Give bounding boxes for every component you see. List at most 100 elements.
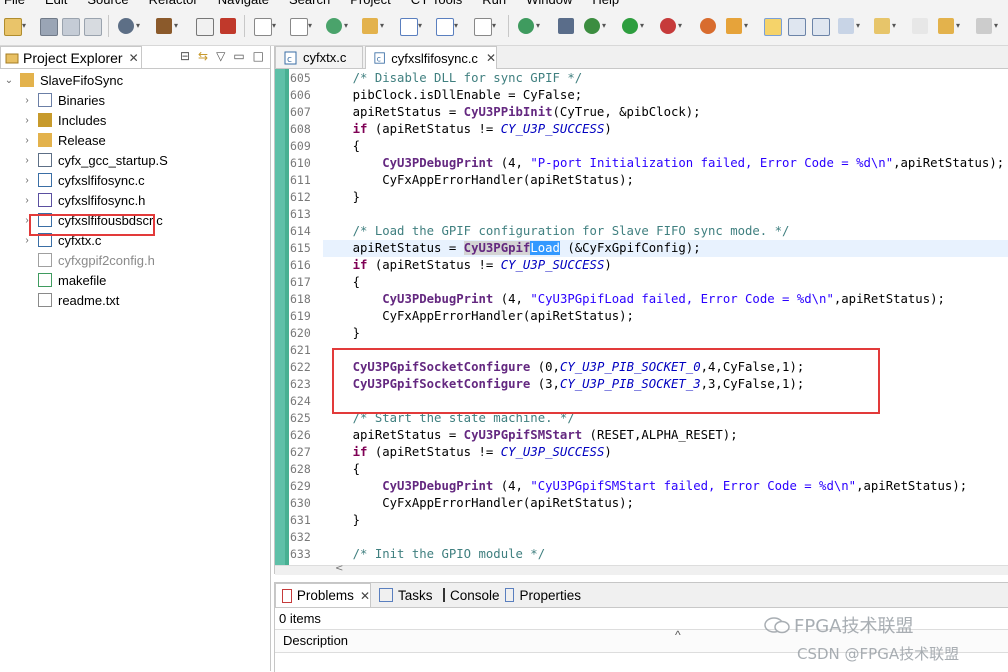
tab-properties[interactable]: Properties	[499, 583, 581, 607]
menu-item-file[interactable]: File	[4, 0, 25, 7]
save-all-icon[interactable]	[62, 18, 80, 36]
chevron-down-icon[interactable]: ▾	[418, 21, 422, 30]
tree-item-item-2[interactable]: › Release	[22, 130, 105, 150]
chevron-down-icon[interactable]: ▾	[22, 21, 26, 30]
back-icon[interactable]	[938, 18, 954, 34]
highlight-icon[interactable]	[764, 18, 782, 36]
folder-icon[interactable]	[362, 18, 378, 34]
save-icon[interactable]	[40, 18, 58, 36]
chevron-down-icon[interactable]: ▾	[602, 21, 606, 30]
editor-tab-0[interactable]: c cyfxtx.c	[275, 46, 363, 68]
chevron-down-icon[interactable]: ▾	[536, 21, 540, 30]
blocks-icon[interactable]	[220, 18, 236, 34]
print-icon[interactable]	[84, 18, 102, 36]
collapse-all-icon[interactable]: ⊟	[180, 49, 190, 63]
palette-icon[interactable]	[700, 18, 716, 34]
pen-icon[interactable]	[726, 18, 742, 34]
view-menu-icon[interactable]: ▽	[216, 49, 225, 63]
settings-icon[interactable]	[118, 18, 134, 34]
editor-tab-1[interactable]: c cyfxslfifosync.c ✕	[365, 46, 497, 69]
binary-icon[interactable]	[196, 18, 214, 36]
chevron-down-icon[interactable]: ▾	[640, 21, 644, 30]
expand-chevron-icon[interactable]: ›	[22, 235, 32, 246]
expand-chevron-icon[interactable]: ›	[22, 115, 32, 126]
tree-item-item-4[interactable]: › cyfxslfifosync.c	[22, 170, 144, 190]
block-icon[interactable]	[788, 18, 806, 36]
txt-file-icon	[38, 293, 52, 307]
chevron-down-icon[interactable]: ▾	[454, 21, 458, 30]
expand-chevron-icon[interactable]: ›	[22, 155, 32, 166]
chevron-down-icon[interactable]: ▾	[136, 21, 140, 30]
chevron-down-icon[interactable]: ▾	[994, 21, 998, 30]
minimize-icon[interactable]: ▭	[233, 49, 244, 63]
refresh-icon[interactable]	[518, 18, 534, 34]
menu-item-source[interactable]: Source	[87, 0, 128, 7]
chevron-down-icon[interactable]: ▾	[492, 21, 496, 30]
menu-item-help[interactable]: Help	[592, 0, 619, 7]
new-class-icon[interactable]	[326, 18, 342, 34]
console-icon	[443, 588, 445, 602]
chevron-down-icon[interactable]: ▾	[380, 21, 384, 30]
expand-chevron-icon[interactable]: ›	[22, 195, 32, 206]
debug-bug-icon[interactable]	[584, 18, 600, 34]
menu-item-edit[interactable]: Edit	[45, 0, 67, 7]
prev-annotation-icon[interactable]	[874, 18, 890, 34]
close-icon[interactable]: ✕	[360, 589, 370, 603]
file-new-icon[interactable]	[290, 18, 308, 36]
next-annotation-icon[interactable]	[838, 18, 854, 34]
wand-icon[interactable]	[558, 18, 574, 34]
chevron-down-icon[interactable]: ▾	[892, 21, 896, 30]
code-text-area[interactable]: /* Disable DLL for sync GPIF */ pibClock…	[323, 69, 1008, 565]
tab-console[interactable]: Console	[437, 583, 500, 607]
source-file-icon[interactable]	[400, 18, 418, 36]
tree-item-item-9[interactable]: makefile	[22, 270, 106, 290]
expand-chevron-icon[interactable]: ›	[22, 95, 32, 106]
open-file-icon[interactable]	[254, 18, 272, 36]
tree-item-item-0[interactable]: › Binaries	[22, 90, 105, 110]
tab-problems[interactable]: Problems ✕	[275, 583, 371, 607]
line-number: 632	[290, 530, 311, 544]
last-edit-icon[interactable]	[912, 18, 928, 34]
expand-chevron-icon[interactable]: ⌄	[4, 75, 14, 86]
chevron-down-icon[interactable]: ▾	[308, 21, 312, 30]
chevron-down-icon[interactable]: ▾	[344, 21, 348, 30]
line-number: 619	[290, 309, 311, 323]
chevron-down-icon[interactable]: ▾	[856, 21, 860, 30]
run-external-icon[interactable]	[660, 18, 676, 34]
close-icon[interactable]: ✕	[129, 51, 139, 65]
horizontal-scrollbar[interactable]: <	[275, 563, 1008, 575]
maximize-icon[interactable]: □	[253, 49, 264, 63]
build-hammer-icon[interactable]	[156, 18, 172, 34]
tree-item-item-10[interactable]: readme.txt	[22, 290, 119, 310]
chevron-down-icon[interactable]: ▾	[678, 21, 682, 30]
chevron-down-icon[interactable]: ▾	[744, 21, 748, 30]
menu-item-search[interactable]: Search	[289, 0, 330, 7]
chevron-down-icon[interactable]: ▾	[174, 21, 178, 30]
tab-project-explorer[interactable]: Project Explorer ✕	[0, 46, 142, 69]
tree-item-item-3[interactable]: › cyfx_gcc_startup.S	[22, 150, 168, 170]
expand-chevron-icon[interactable]: ›	[22, 175, 32, 186]
template-icon[interactable]	[436, 18, 454, 36]
menu-item-run[interactable]: Run	[482, 0, 506, 7]
tree-item-item-8[interactable]: cyfxgpif2config.h	[22, 250, 155, 270]
new-icon[interactable]	[4, 18, 22, 36]
expand-chevron-icon[interactable]: ›	[22, 135, 32, 146]
paragraph-icon[interactable]	[812, 18, 830, 36]
doc-icon[interactable]	[474, 18, 492, 36]
menu-item-project[interactable]: Project	[350, 0, 390, 7]
chevron-down-icon[interactable]: ▾	[956, 21, 960, 30]
menu-item-window[interactable]: Window	[526, 0, 572, 7]
tree-item-project[interactable]: ⌄ SlaveFifoSync	[4, 70, 123, 90]
menu-item-navigate[interactable]: Navigate	[218, 0, 269, 7]
menu-item-refactor[interactable]: Refactor	[149, 0, 198, 7]
link-editor-icon[interactable]: ⇆	[198, 49, 208, 63]
chevron-down-icon[interactable]: ▾	[272, 21, 276, 30]
menu-item-cy-tools[interactable]: CY Tools	[411, 0, 463, 7]
tree-item-item-5[interactable]: › cyfxslfifosync.h	[22, 190, 145, 210]
run-icon[interactable]	[622, 18, 638, 34]
tab-tasks[interactable]: Tasks	[373, 583, 435, 607]
tree-item-item-1[interactable]: › Includes	[22, 110, 106, 130]
close-icon[interactable]: ✕	[486, 51, 496, 65]
forward-icon[interactable]	[976, 18, 992, 34]
